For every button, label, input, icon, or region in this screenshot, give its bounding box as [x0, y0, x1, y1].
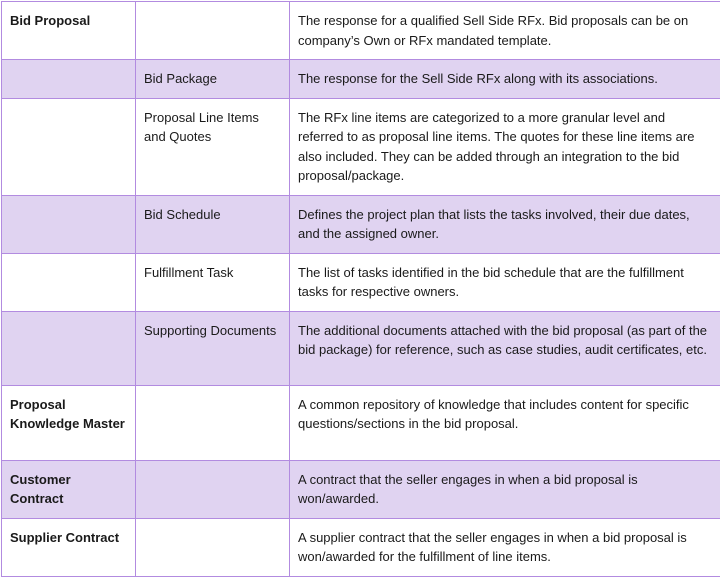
table-row-bid-proposal: Bid Proposal The response for a qualifie… — [2, 2, 720, 60]
description-cell: The response for a qualified Sell Side R… — [290, 2, 720, 60]
table-row-proposal-line-items: Proposal Line Items and Quotes The RFx l… — [2, 98, 720, 195]
entity-cell — [2, 253, 136, 311]
sub-entity-cell: Bid Schedule — [136, 195, 290, 253]
description-cell: The list of tasks identified in the bid … — [290, 253, 720, 311]
entity-cell — [2, 98, 136, 195]
table-row-supplier-contract: Supplier Contract A supplier contract th… — [2, 518, 720, 576]
sub-entity-cell — [136, 518, 290, 576]
table-row-fulfillment-task: Fulfillment Task The list of tasks ident… — [2, 253, 720, 311]
sub-entity-cell — [136, 2, 290, 60]
entity-cell: Proposal Knowledge Master — [2, 385, 136, 460]
entity-cell: Customer Contract — [2, 460, 136, 518]
sub-entity-cell: Proposal Line Items and Quotes — [136, 98, 290, 195]
table-row-proposal-knowledge-master: Proposal Knowledge Master A common repos… — [2, 385, 720, 460]
table-row-bid-package: Bid Package The response for the Sell Si… — [2, 60, 720, 99]
sub-entity-cell: Fulfillment Task — [136, 253, 290, 311]
sub-entity-cell: Bid Package — [136, 60, 290, 99]
table-row-bid-schedule: Bid Schedule Defines the project plan th… — [2, 195, 720, 253]
entity-cell: Bid Proposal — [2, 2, 136, 60]
table-row-supporting-documents: Supporting Documents The additional docu… — [2, 311, 720, 385]
table-row-customer-contract: Customer Contract A contract that the se… — [2, 460, 720, 518]
description-cell: The RFx line items are categorized to a … — [290, 98, 720, 195]
entity-cell — [2, 195, 136, 253]
sub-entity-cell — [136, 460, 290, 518]
sub-entity-cell: Supporting Documents — [136, 311, 290, 385]
description-cell: A common repository of knowledge that in… — [290, 385, 720, 460]
description-cell: The additional documents attached with t… — [290, 311, 720, 385]
description-cell: Defines the project plan that lists the … — [290, 195, 720, 253]
entity-cell — [2, 311, 136, 385]
sub-entity-cell — [136, 385, 290, 460]
description-cell: A supplier contract that the seller enga… — [290, 518, 720, 576]
entity-cell — [2, 60, 136, 99]
description-cell: The response for the Sell Side RFx along… — [290, 60, 720, 99]
entity-cell: Supplier Contract — [2, 518, 136, 576]
description-cell: A contract that the seller engages in wh… — [290, 460, 720, 518]
entity-definitions-table: Bid Proposal The response for a qualifie… — [1, 1, 720, 577]
